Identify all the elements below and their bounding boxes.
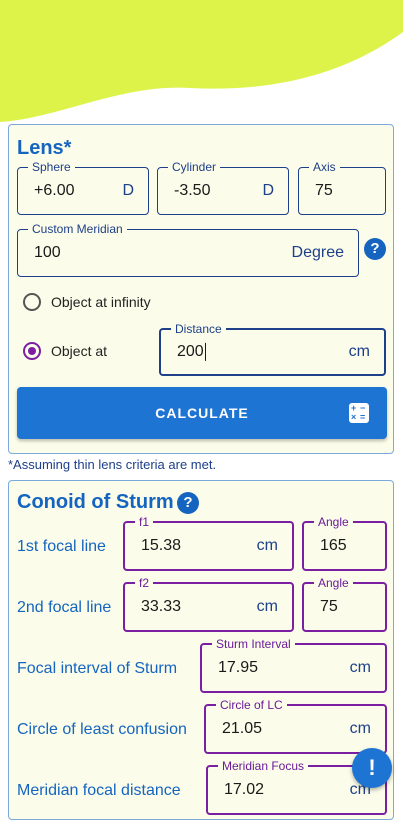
- text-cursor: [204, 342, 207, 361]
- object-infinity-option[interactable]: Object at infinity: [23, 290, 151, 314]
- meridian-focus-value: 17.02: [224, 781, 265, 798]
- f2-label: f2: [135, 575, 154, 591]
- f2-unit: cm: [256, 598, 278, 615]
- calculate-label: CALCULATE: [155, 405, 249, 421]
- sphere-field[interactable]: Sphere +6.00 D: [17, 159, 149, 215]
- f2-value: 33.33: [141, 598, 182, 615]
- sphere-label: Sphere: [28, 159, 75, 175]
- interval-field-label: Sturm Interval: [212, 636, 295, 652]
- f1-value: 15.38: [141, 537, 182, 554]
- second-focal-label: 2nd focal line: [17, 599, 112, 616]
- meridian-help-icon[interactable]: ?: [364, 238, 386, 260]
- calculate-button[interactable]: CALCULATE + − × =: [17, 387, 387, 439]
- sturm-card: Conoid of Sturm ? 1st focal line f1 15.3…: [8, 480, 394, 820]
- object-at-radio[interactable]: [23, 342, 41, 360]
- sturm-help-icon[interactable]: ?: [177, 492, 199, 514]
- distance-input[interactable]: Distance 200 cm: [159, 321, 386, 376]
- circle-field: Circle of LC 21.05 cm: [204, 697, 387, 754]
- interval-unit: cm: [349, 659, 371, 676]
- cylinder-unit: D: [262, 182, 274, 199]
- axis-field[interactable]: Axis 75: [298, 159, 386, 215]
- f1-field: f1 15.38 cm: [123, 514, 294, 571]
- lens-card: Lens* Sphere +6.00 D Cylinder -3.50 D Ax…: [8, 124, 394, 454]
- meridian-focus-label: Meridian Focus: [218, 758, 309, 774]
- first-focal-label: 1st focal line: [17, 538, 106, 555]
- sphere-value: +6.00: [34, 182, 75, 199]
- cylinder-value: -3.50: [174, 182, 211, 199]
- custom-meridian-value: 100: [34, 244, 61, 261]
- custom-meridian-unit: Degree: [291, 244, 344, 261]
- custom-meridian-field[interactable]: Custom Meridian 100 Degree: [17, 221, 359, 277]
- interval-field: Sturm Interval 17.95 cm: [200, 636, 387, 693]
- circle-unit: cm: [349, 720, 371, 737]
- distance-value: 200: [177, 342, 207, 361]
- f1-angle-label: Angle: [314, 514, 353, 530]
- axis-value: 75: [315, 182, 333, 199]
- object-at-label: Object at: [51, 343, 108, 359]
- thin-lens-note: *Assuming thin lens criteria are met.: [8, 457, 217, 472]
- f1-unit: cm: [256, 537, 278, 554]
- header-wave: [0, 0, 403, 122]
- distance-label: Distance: [171, 321, 226, 337]
- f2-field: f2 33.33 cm: [123, 575, 294, 632]
- circle-label: Circle of least confusion: [17, 721, 187, 738]
- meridian-focal-label: Meridian focal distance: [17, 782, 181, 799]
- f1-label: f1: [135, 514, 154, 530]
- lens-title: Lens*: [17, 137, 72, 159]
- object-infinity-label: Object at infinity: [51, 294, 151, 310]
- f1-angle-field: Angle 165: [302, 514, 387, 571]
- custom-meridian-label: Custom Meridian: [28, 221, 127, 237]
- calculator-icon: + − × =: [349, 403, 369, 423]
- f2-angle-value: 75: [320, 598, 338, 615]
- f2-angle-field: Angle 75: [302, 575, 387, 632]
- circle-value: 21.05: [222, 720, 263, 737]
- object-infinity-radio[interactable]: [23, 293, 41, 311]
- interval-value: 17.95: [218, 659, 259, 676]
- sturm-title: Conoid of Sturm: [17, 491, 174, 513]
- f2-angle-label: Angle: [314, 575, 353, 591]
- distance-unit: cm: [348, 343, 370, 360]
- alert-fab-icon[interactable]: !: [352, 748, 392, 788]
- f1-angle-value: 165: [320, 537, 347, 554]
- cylinder-field[interactable]: Cylinder -3.50 D: [157, 159, 289, 215]
- interval-label: Focal interval of Sturm: [17, 660, 178, 677]
- cylinder-label: Cylinder: [168, 159, 221, 175]
- object-at-option[interactable]: Object at: [23, 339, 107, 363]
- sphere-unit: D: [122, 182, 134, 199]
- axis-label: Axis: [309, 159, 340, 175]
- circle-field-label: Circle of LC: [216, 697, 287, 713]
